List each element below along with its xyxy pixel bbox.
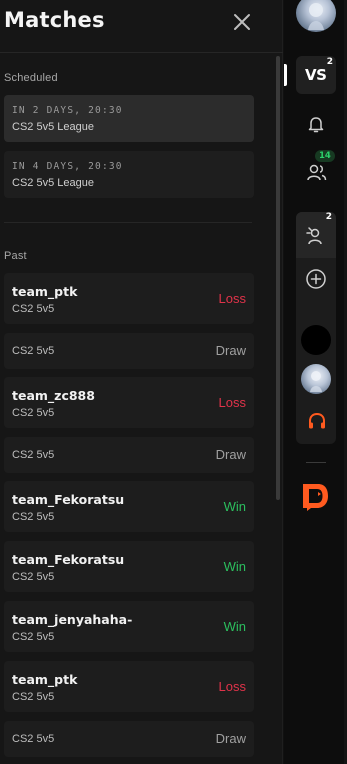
scheduled-match-card[interactable]: IN 2 DAYS, 20:30 CS2 5v5 League	[4, 95, 254, 142]
past-match-row[interactable]: team_ptk CS2 5v5 Loss	[4, 661, 254, 712]
past-match-row[interactable]: CS2 5v5 Draw	[4, 721, 254, 757]
friends-icon	[307, 164, 327, 181]
match-result: Draw	[215, 731, 246, 746]
panel-header: Matches	[0, 0, 283, 53]
divider	[4, 222, 252, 223]
opponent-team: team_jenyahaha-	[12, 612, 133, 627]
scheduled-league: CS2 5v5 League	[12, 177, 94, 189]
match-game: CS2 5v5	[12, 407, 55, 419]
past-match-row[interactable]: team_jenyahaha- CS2 5v5 Win	[4, 601, 254, 652]
notifications-button[interactable]	[306, 114, 326, 134]
match-game: CS2 5v5	[12, 449, 55, 461]
match-result: Loss	[218, 291, 246, 306]
avatar-icon	[308, 3, 324, 30]
vs-icon: VS	[305, 66, 327, 84]
past-match-row[interactable]: team_Fekoratsu CS2 5v5 Win	[4, 541, 254, 592]
opponent-team: team_ptk	[12, 284, 78, 299]
scheduled-time: IN 4 DAYS, 20:30	[12, 161, 123, 172]
add-button[interactable]	[305, 268, 327, 290]
match-game: CS2 5v5	[12, 733, 55, 745]
past-match-row[interactable]: CS2 5v5 Draw	[4, 333, 254, 369]
party-badge: 2	[325, 212, 332, 222]
vs-button[interactable]: VS 2	[296, 56, 336, 94]
opponent-team: team_Fekoratsu	[12, 492, 125, 507]
avatar-icon	[310, 371, 322, 392]
voice-button[interactable]	[307, 411, 327, 431]
scheduled-match-card[interactable]: IN 4 DAYS, 20:30 CS2 5v5 League	[4, 151, 254, 198]
opponent-team: team_zc888	[12, 388, 95, 403]
faceit-logo-button[interactable]	[300, 480, 332, 512]
matches-panel: Matches Scheduled IN 2 DAYS, 20:30 CS2 5…	[0, 0, 283, 764]
matches-list[interactable]: Scheduled IN 2 DAYS, 20:30 CS2 5v5 Leagu…	[0, 54, 272, 764]
friends-button[interactable]	[306, 162, 328, 182]
close-icon	[234, 14, 250, 30]
bell-icon	[308, 117, 324, 133]
friends-badge: 14	[315, 150, 335, 162]
opponent-team: team_Fekoratsu	[12, 552, 125, 567]
match-game: CS2 5v5	[12, 345, 55, 357]
party-icon	[306, 227, 322, 245]
section-label-scheduled: Scheduled	[4, 72, 58, 84]
vs-badge: 2	[326, 57, 333, 67]
match-result: Win	[223, 559, 246, 574]
section-label-past: Past	[4, 250, 27, 262]
past-match-row[interactable]: CS2 5v5 Draw	[4, 437, 254, 473]
scrollbar-thumb[interactable]	[276, 56, 280, 500]
match-result: Draw	[215, 343, 246, 358]
scheduled-time: IN 2 DAYS, 20:30	[12, 105, 123, 116]
opponent-team: team_ptk	[12, 672, 78, 687]
headset-icon	[309, 412, 325, 429]
right-rail: VS 2 14 2	[284, 0, 347, 764]
match-result: Draw	[215, 447, 246, 462]
page-title: Matches	[4, 8, 105, 32]
party-button[interactable]: 2	[296, 212, 336, 258]
match-game: CS2 5v5	[12, 571, 55, 583]
match-result: Loss	[218, 679, 246, 694]
match-game: CS2 5v5	[12, 303, 55, 315]
close-button[interactable]	[231, 11, 253, 33]
match-result: Win	[223, 499, 246, 514]
past-match-row[interactable]: team_ptk CS2 5v5 Loss	[4, 273, 254, 324]
match-game: CS2 5v5	[12, 631, 55, 643]
divider	[306, 462, 326, 463]
plus-circle-icon	[306, 269, 326, 289]
match-result: Loss	[218, 395, 246, 410]
match-game: CS2 5v5	[12, 691, 55, 703]
past-match-row[interactable]: team_Fekoratsu CS2 5v5 Win	[4, 481, 254, 532]
user-avatar[interactable]	[296, 0, 336, 32]
match-result: Win	[223, 619, 246, 634]
faceit-logo-icon	[303, 484, 328, 511]
party-member-avatar[interactable]	[301, 364, 331, 394]
active-indicator	[284, 64, 287, 86]
match-game: CS2 5v5	[12, 511, 55, 523]
past-match-row[interactable]: team_zc888 CS2 5v5 Loss	[4, 377, 254, 428]
scheduled-league: CS2 5v5 League	[12, 121, 94, 133]
party-member-avatar[interactable]	[301, 325, 331, 355]
scrollbar[interactable]	[273, 54, 283, 764]
